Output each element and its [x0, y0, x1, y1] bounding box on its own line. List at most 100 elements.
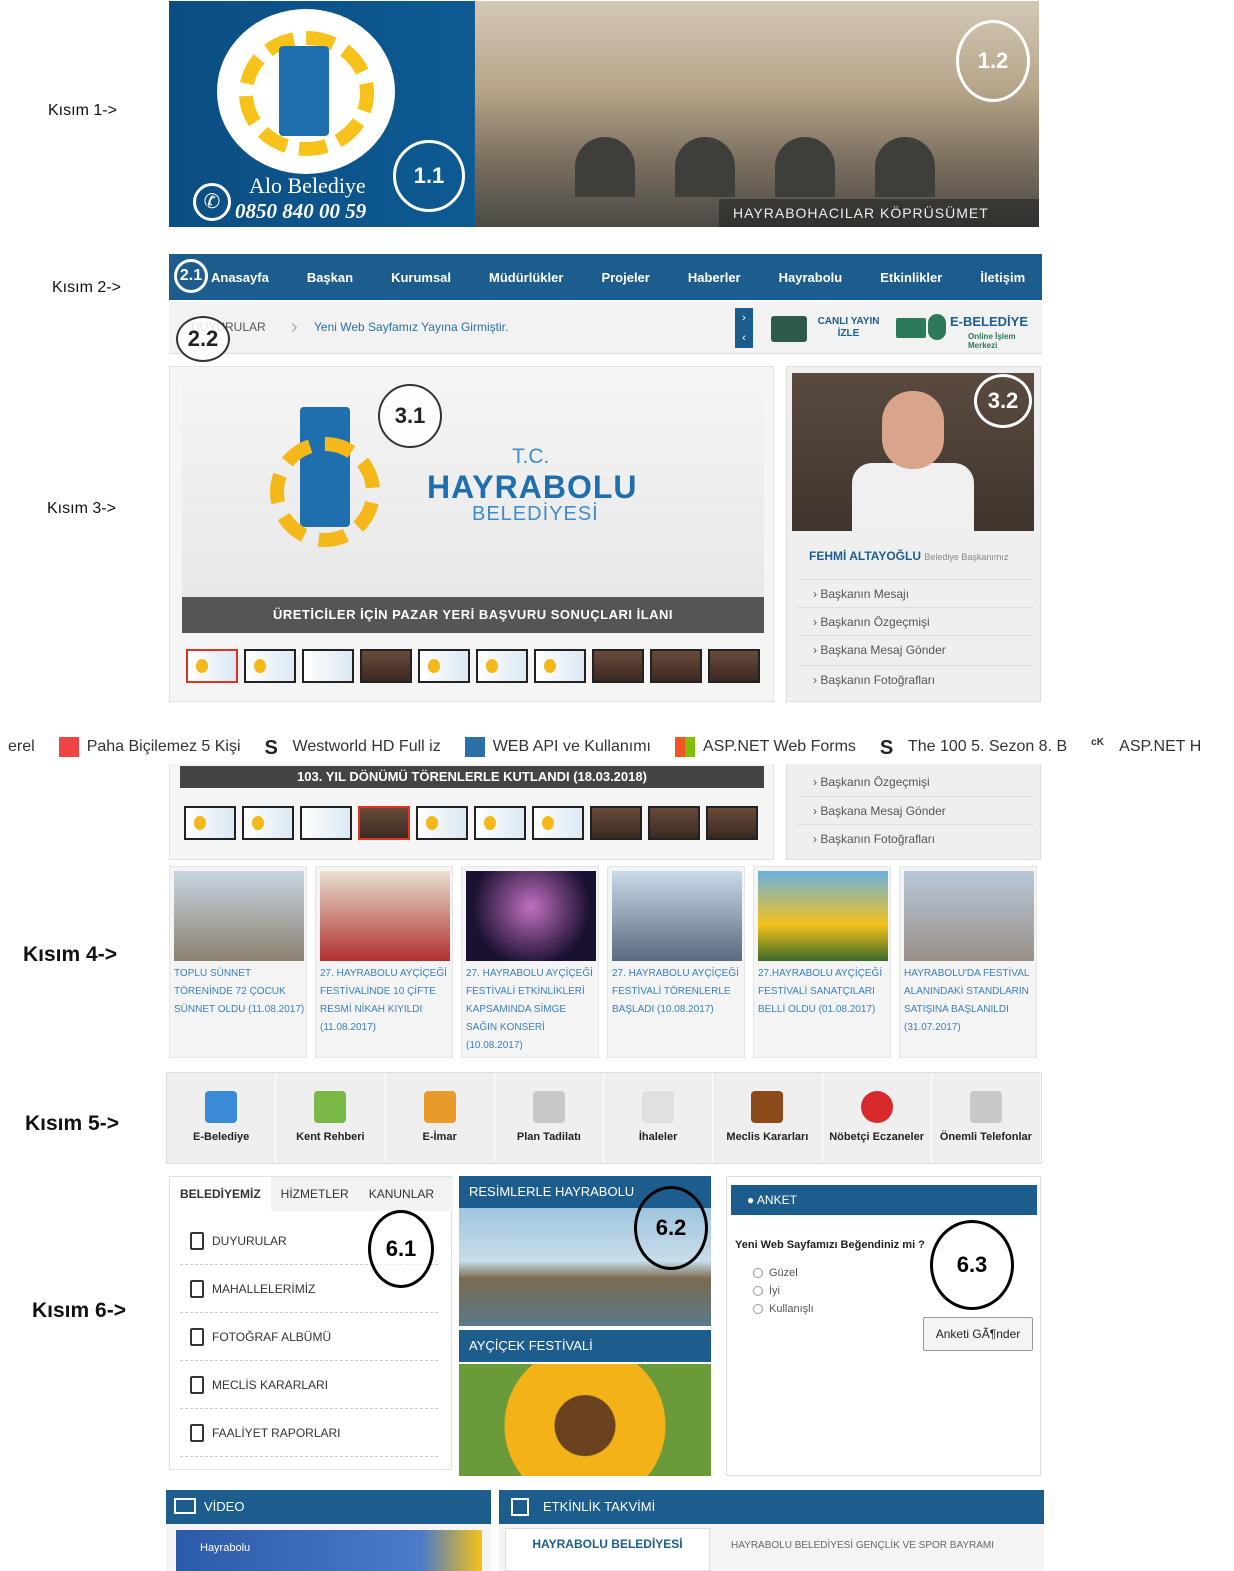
- poll-header: ● ANKET: [731, 1185, 1037, 1215]
- live-broadcast-button[interactable]: CANLI YAYIN İZLE: [771, 314, 886, 344]
- news-image[interactable]: [320, 871, 450, 961]
- slider-thumb[interactable]: [360, 649, 412, 683]
- bookmark-item[interactable]: Paha Biçilemez 5 Kişi: [58, 737, 241, 757]
- video-thumbnail[interactable]: Hayrabolu: [176, 1530, 482, 1571]
- bookmark-item[interactable]: WEB API ve Kullanımı: [464, 737, 651, 757]
- quick-link-meclis-kararlari[interactable]: Meclis Kararları: [713, 1073, 823, 1163]
- quick-link-nobetci-eczaneler[interactable]: Nöbetçi Eczaneler: [823, 1073, 932, 1163]
- tab-list-item[interactable]: MECLİS KARARLARI: [180, 1361, 438, 1409]
- slider-thumb[interactable]: [300, 806, 352, 840]
- nav-item-kurumsal[interactable]: Kurumsal: [372, 270, 470, 285]
- news-card[interactable]: 27. HAYRABOLU AYÇİÇEĞİ FESTİVALİ ETKİNLİ…: [461, 866, 599, 1058]
- slider-headline[interactable]: ÜRETİCİLER İÇİN PAZAR YERİ BAŞVURU SONUÇ…: [182, 597, 764, 633]
- bookmark-item[interactable]: erel: [8, 738, 35, 756]
- radio-button[interactable]: [753, 1304, 763, 1314]
- news-title[interactable]: 27. HAYRABOLU AYÇİÇEĞİ FESTİVALİ TÖRENLE…: [612, 965, 744, 1019]
- news-title[interactable]: TOPLU SÜNNET TÖRENİNDE 72 ÇOCUK SÜNNET O…: [174, 965, 306, 1019]
- quick-link-kent-rehberi[interactable]: Kent Rehberi: [276, 1073, 386, 1163]
- ticker-arrows[interactable]: › ‹: [735, 308, 753, 348]
- news-image[interactable]: [612, 871, 742, 961]
- slider-thumb[interactable]: [590, 806, 642, 840]
- slider-thumb[interactable]: [534, 649, 586, 683]
- mayor-link[interactable]: › Başkanın Özgeçmişi: [797, 607, 1033, 635]
- news-card[interactable]: HAYRABOLU'DA FESTİVAL ALANINDAKİ STANDLA…: [899, 866, 1037, 1058]
- poll-option[interactable]: İyi: [753, 1285, 780, 1297]
- quick-link-ihaleler[interactable]: İhaleler: [604, 1073, 714, 1163]
- monitor-icon: [174, 1498, 196, 1514]
- nav-item-mudurlukler[interactable]: Müdürlükler: [470, 270, 582, 285]
- news-card[interactable]: TOPLU SÜNNET TÖRENİNDE 72 ÇOCUK SÜNNET O…: [169, 866, 307, 1058]
- browser-bookmarks-bar: erel Paha Biçilemez 5 Kişi S Westworld HD…: [0, 730, 1234, 764]
- tab-list-item[interactable]: FOTOĞRAF ALBÜMÜ: [180, 1313, 438, 1361]
- news-image[interactable]: [904, 871, 1034, 961]
- nav-item-haberler[interactable]: Haberler: [669, 270, 760, 285]
- quick-link-onemli-telefonlar[interactable]: Önemli Telefonlar: [932, 1073, 1041, 1163]
- quick-link-e-imar[interactable]: E-İmar: [386, 1073, 495, 1163]
- news-title[interactable]: HAYRABOLU'DA FESTİVAL ALANINDAKİ STANDLA…: [904, 965, 1036, 1037]
- tab-list-item[interactable]: FAALİYET RAPORLARI: [180, 1409, 438, 1457]
- radio-button[interactable]: [753, 1286, 763, 1296]
- mayor-link[interactable]: › Başkanın Fotoğrafları: [797, 665, 1033, 693]
- chevron-down-icon[interactable]: ‹: [742, 332, 746, 344]
- mayor-link[interactable]: › Başkanın Özgeçmişi: [797, 768, 1033, 796]
- slider-thumb[interactable]: [650, 649, 702, 683]
- slider-headline[interactable]: 103. YIL DÖNÜMÜ TÖRENLERLE KUTLANDI (18.…: [180, 766, 764, 788]
- mayor-link[interactable]: › Başkana Mesaj Gönder: [797, 635, 1033, 663]
- chevron-right-icon: ›: [291, 316, 298, 338]
- poll-option[interactable]: Kullanışlı: [753, 1303, 814, 1315]
- announcement-ticker-text[interactable]: Yeni Web Sayfamız Yayına Girmiştir.: [314, 320, 508, 334]
- news-image[interactable]: [466, 871, 596, 961]
- nav-item-iletisim[interactable]: İletişim: [961, 270, 1044, 285]
- mayor-link[interactable]: › Başkanın Mesajı: [797, 579, 1033, 607]
- tab-belediyemiz[interactable]: BELEDİYEMİZ: [170, 1177, 271, 1211]
- news-card[interactable]: 27.HAYRABOLU AYÇİÇEĞİ FESTİVALİ SANATÇIL…: [753, 866, 891, 1058]
- slider-thumb[interactable]: [474, 806, 526, 840]
- slider-thumb[interactable]: [592, 649, 644, 683]
- slider-thumb[interactable]: [242, 806, 294, 840]
- news-card[interactable]: 27. HAYRABOLU AYÇİÇEĞİ FESTİVALİNDE 10 Ç…: [315, 866, 453, 1058]
- poll-submit-button[interactable]: Anketi GÃ¶nder: [923, 1317, 1033, 1351]
- gallery-title-aycicek[interactable]: AYÇİÇEK FESTİVALİ: [459, 1330, 711, 1362]
- event-poster[interactable]: HAYRABOLU BELEDİYESİ: [505, 1528, 710, 1571]
- slider-thumb[interactable]: [532, 806, 584, 840]
- bookmark-item[interactable]: S Westworld HD Full iz: [265, 737, 441, 759]
- bridge-arch: [675, 137, 735, 197]
- quick-link-e-belediye[interactable]: E-Belediye: [167, 1073, 277, 1163]
- tab-kanunlar[interactable]: KANUNLAR: [359, 1177, 444, 1211]
- mayor-link[interactable]: › Başkana Mesaj Gönder: [797, 796, 1033, 824]
- slider-thumb[interactable]: [302, 649, 354, 683]
- news-image[interactable]: [758, 871, 888, 961]
- slider-thumb[interactable]: [186, 649, 238, 683]
- bookmark-item[interactable]: ASP.NET Web Forms: [674, 737, 856, 757]
- news-title[interactable]: 27. HAYRABOLU AYÇİÇEĞİ FESTİVALİ ETKİNLİ…: [466, 965, 598, 1055]
- news-title[interactable]: 27. HAYRABOLU AYÇİÇEĞİ FESTİVALİNDE 10 Ç…: [320, 965, 452, 1037]
- slider-thumb[interactable]: [184, 806, 236, 840]
- nav-item-baskan[interactable]: Başkan: [288, 270, 372, 285]
- mayor-link[interactable]: › Başkanın Fotoğrafları: [797, 824, 1033, 852]
- nav-item-projeler[interactable]: Projeler: [582, 270, 668, 285]
- e-belediye-button[interactable]: E-BELEDİYE Online İşlem Merkezi: [896, 312, 1036, 350]
- bookmark-item[interactable]: S The 100 5. Sezon 8. B: [880, 737, 1067, 759]
- chevron-up-icon[interactable]: ›: [742, 312, 746, 324]
- event-title[interactable]: HAYRABOLU BELEDİYESİ GENÇLİK VE SPOR BAY…: [731, 1540, 994, 1551]
- slider-thumb[interactable]: [418, 649, 470, 683]
- slider-thumb[interactable]: [648, 806, 700, 840]
- slider-thumb[interactable]: [476, 649, 528, 683]
- slider-thumb[interactable]: [358, 806, 410, 840]
- nav-item-hayrabolu[interactable]: Hayrabolu: [760, 270, 862, 285]
- bookmark-item[interactable]: cK ASP.NET H: [1091, 737, 1201, 757]
- news-image[interactable]: [174, 871, 304, 961]
- poll-option[interactable]: Güzel: [753, 1267, 798, 1279]
- news-title[interactable]: 27.HAYRABOLU AYÇİÇEĞİ FESTİVALİ SANATÇIL…: [758, 965, 890, 1019]
- tab-hizmetler[interactable]: HİZMETLER: [271, 1177, 359, 1211]
- slider-thumb[interactable]: [706, 806, 758, 840]
- news-card[interactable]: 27. HAYRABOLU AYÇİÇEĞİ FESTİVALİ TÖRENLE…: [607, 866, 745, 1058]
- slider-image[interactable]: T.C. HAYRABOLU BELEDİYESİ: [182, 377, 764, 599]
- slider-thumb[interactable]: [244, 649, 296, 683]
- radio-button[interactable]: [753, 1268, 763, 1278]
- nav-item-etkinlikler[interactable]: Etkinlikler: [861, 270, 961, 285]
- slider-thumb[interactable]: [708, 649, 760, 683]
- quick-link-plan-tadilati[interactable]: Plan Tadilatı: [495, 1073, 604, 1163]
- slider-thumb[interactable]: [416, 806, 468, 840]
- sunflower-photo[interactable]: [459, 1364, 711, 1476]
